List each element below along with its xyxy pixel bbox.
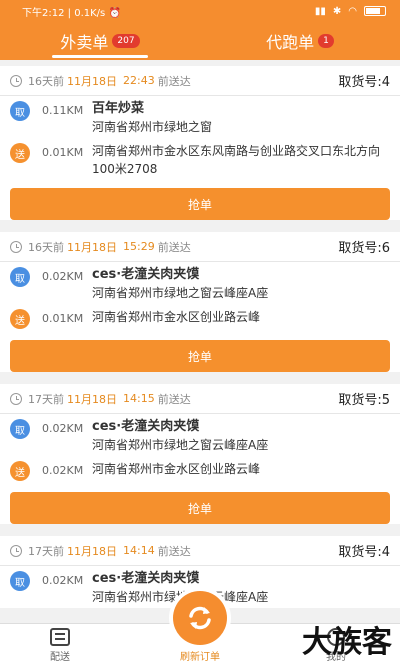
delivery-tag: 送 — [10, 461, 30, 481]
order-card: 16天 前 11月18日 22:43 前送达 取货号:4 取 0.11KM 百年… — [0, 66, 400, 220]
order-time: 15:29 — [123, 240, 155, 253]
clock-icon — [10, 240, 22, 253]
bottom-nav: 配送 刷新订单 我的 大族客 — [0, 591, 400, 667]
status-right: ▮▮ ✱ ◠ — [315, 6, 386, 17]
pickup-distance: 0.02KM — [42, 574, 84, 587]
pickup-distance: 0.02KM — [42, 270, 84, 283]
delivery-address: 河南省郑州市金水区东风南路与创业路交叉口东北方向100米2708 — [92, 144, 381, 176]
pickup-info: ces·老潼关肉夹馍 河南省郑州市绿地之窗云峰座A座 — [92, 418, 268, 454]
network-speed: 0.1K/s — [74, 7, 106, 19]
order-before-label: 前 — [53, 74, 64, 88]
tab-errand[interactable]: 代跑单 1 — [200, 22, 400, 60]
order-days: 16天 — [28, 240, 53, 254]
pickup-code: 取货号:5 — [338, 393, 390, 408]
order-header: 17天 前 11月18日 14:14 前送达 取货号:4 — [0, 536, 400, 566]
grab-order-button[interactable]: 抢单 — [10, 492, 390, 524]
clock-icon — [10, 544, 22, 557]
order-date: 11月18日 — [67, 240, 117, 254]
shop-name: ces·老潼关肉夹馍 — [92, 571, 200, 586]
order-date: 11月18日 — [67, 74, 117, 88]
pickup-info: ces·老潼关肉夹馍 河南省郑州市绿地之窗云峰座A座 — [92, 266, 268, 302]
order-before-label: 前 — [53, 392, 64, 406]
watermark-logo: 大族客 — [302, 625, 392, 660]
pickup-address: 河南省郑州市绿地之窗云峰座A座 — [92, 438, 269, 452]
order-time: 14:14 — [123, 544, 155, 557]
battery-icon — [364, 6, 386, 16]
delivery-row: 送 0.01KM 河南省郑州市金水区东风南路与创业路交叉口东北方向100米270… — [0, 138, 400, 180]
delivery-row: 送 0.02KM 河南省郑州市金水区创业路云峰 — [0, 456, 400, 484]
order-header: 16天 前 11月18日 15:29 前送达 取货号:6 — [0, 232, 400, 262]
pickup-code: 取货号:6 — [338, 241, 390, 256]
order-date: 11月18日 — [67, 544, 117, 558]
order-before-label: 前 — [53, 544, 64, 558]
order-list: 16天 前 11月18日 22:43 前送达 取货号:4 取 0.11KM 百年… — [0, 66, 400, 620]
pickup-code: 取货号:4 — [338, 75, 390, 90]
order-tabs: 外卖单 207 代跑单 1 — [0, 22, 400, 60]
pickup-info: 百年炒菜 河南省郑州市绿地之窗 — [92, 100, 212, 136]
status-bar: 下午2:12 | 0.1K/s ⏰ ▮▮ ✱ ◠ — [0, 0, 400, 22]
signal-icon: ▮▮ — [314, 5, 326, 17]
wifi-icon: ◠ — [348, 5, 357, 17]
tab-errand-badge: 1 — [318, 34, 334, 48]
tab-takeout-badge: 207 — [112, 34, 140, 48]
order-deliver-suffix: 前送达 — [157, 240, 191, 254]
order-deliver-suffix: 前送达 — [157, 74, 191, 88]
order-header: 16天 前 11月18日 22:43 前送达 取货号:4 — [0, 66, 400, 96]
pickup-tag: 取 — [10, 101, 30, 121]
order-days: 16天 — [28, 74, 53, 88]
delivery-tag: 送 — [10, 309, 30, 329]
alarm-icon: ⏰ — [108, 7, 121, 19]
pickup-code: 取货号:4 — [338, 545, 390, 560]
delivery-distance: 0.01KM — [42, 146, 84, 159]
pickup-address: 河南省郑州市绿地之窗云峰座A座 — [92, 286, 269, 300]
delivery-address: 河南省郑州市金水区创业路云峰 — [92, 462, 261, 476]
refresh-label: 刷新订单 — [180, 652, 220, 663]
app-header: 下午2:12 | 0.1K/s ⏰ ▮▮ ✱ ◠ 外卖单 207 代跑单 1 — [0, 0, 400, 60]
pickup-distance: 0.11KM — [42, 104, 84, 117]
order-card: 17天 前 11月18日 14:15 前送达 取货号:5 取 0.02KM ce… — [0, 384, 400, 524]
order-deliver-suffix: 前送达 — [157, 544, 191, 558]
status-time: 下午2:12 — [22, 7, 65, 19]
order-days: 17天 — [28, 392, 53, 406]
delivery-distance: 0.02KM — [42, 464, 84, 477]
order-before-label: 前 — [53, 240, 64, 254]
tab-takeout-label: 外卖单 — [60, 33, 109, 52]
delivery-tag: 送 — [10, 143, 30, 163]
grab-order-button[interactable]: 抢单 — [10, 188, 390, 220]
pickup-tag: 取 — [10, 419, 30, 439]
pickup-address: 河南省郑州市绿地之窗 — [92, 120, 213, 134]
tab-takeout[interactable]: 外卖单 207 — [0, 22, 200, 60]
pickup-row: 取 0.11KM 百年炒菜 河南省郑州市绿地之窗 — [0, 96, 400, 138]
pickup-tag: 取 — [10, 267, 30, 287]
order-deliver-suffix: 前送达 — [157, 392, 191, 406]
refresh-icon — [189, 606, 211, 630]
pickup-tag: 取 — [10, 571, 30, 591]
pickup-distance: 0.02KM — [42, 422, 84, 435]
order-date: 11月18日 — [67, 392, 117, 406]
tab-errand-label: 代跑单 — [266, 33, 315, 52]
shop-name: ces·老潼关肉夹馍 — [92, 419, 200, 434]
grab-order-button[interactable]: 抢单 — [10, 340, 390, 372]
nav-delivery[interactable]: 配送 — [50, 628, 70, 663]
clock-icon — [10, 74, 22, 87]
pickup-row: 取 0.02KM ces·老潼关肉夹馍 河南省郑州市绿地之窗云峰座A座 — [0, 414, 400, 456]
document-icon — [50, 628, 70, 646]
delivery-address: 河南省郑州市金水区创业路云峰 — [92, 310, 261, 324]
clock-icon — [10, 392, 22, 405]
refresh-orders[interactable]: 刷新订单 — [170, 591, 230, 663]
delivery-distance: 0.01KM — [42, 312, 84, 325]
order-days: 17天 — [28, 544, 53, 558]
order-card: 16天 前 11月18日 15:29 前送达 取货号:6 取 0.02KM ce… — [0, 232, 400, 372]
delivery-row: 送 0.01KM 河南省郑州市金水区创业路云峰 — [0, 304, 400, 332]
shop-name: 百年炒菜 — [92, 101, 145, 116]
shop-name: ces·老潼关肉夹馍 — [92, 267, 200, 282]
order-time: 22:43 — [123, 74, 155, 87]
order-header: 17天 前 11月18日 14:15 前送达 取货号:5 — [0, 384, 400, 414]
pickup-row: 取 0.02KM ces·老潼关肉夹馍 河南省郑州市绿地之窗云峰座A座 — [0, 262, 400, 304]
refresh-button[interactable] — [173, 591, 227, 645]
order-time: 14:15 — [123, 392, 155, 405]
nav-delivery-label: 配送 — [50, 652, 70, 663]
bluetooth-icon: ✱ — [332, 5, 342, 17]
status-left: 下午2:12 | 0.1K/s ⏰ — [22, 7, 121, 19]
